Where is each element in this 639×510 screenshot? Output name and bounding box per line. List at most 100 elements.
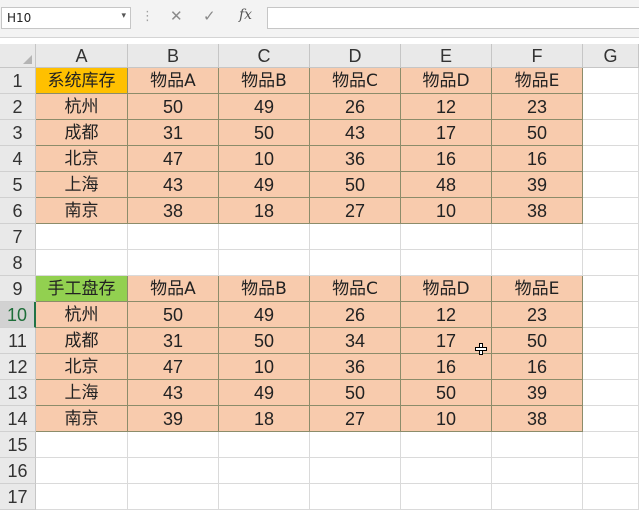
table2-value-cell[interactable]: 23 xyxy=(492,302,583,328)
cell[interactable] xyxy=(583,198,639,224)
cell[interactable] xyxy=(310,484,401,510)
table2-item-header[interactable]: 物品E xyxy=(492,276,583,302)
table2-city-cell[interactable]: 成都 xyxy=(36,328,128,354)
table2-value-cell[interactable]: 10 xyxy=(401,406,492,432)
table1-city-cell[interactable]: 成都 xyxy=(36,120,128,146)
table1-item-header[interactable]: 物品B xyxy=(219,68,310,94)
row-header-15[interactable]: 15 xyxy=(0,432,36,458)
cell[interactable] xyxy=(492,458,583,484)
table1-city-cell[interactable]: 杭州 xyxy=(36,94,128,120)
cell[interactable] xyxy=(492,224,583,250)
enter-icon[interactable]: ✓ xyxy=(203,7,216,25)
row-header-3[interactable]: 3 xyxy=(0,120,36,146)
cell[interactable] xyxy=(583,328,639,354)
table1-value-cell[interactable]: 50 xyxy=(128,94,219,120)
cell[interactable] xyxy=(128,458,219,484)
table1-city-cell[interactable]: 上海 xyxy=(36,172,128,198)
cell[interactable] xyxy=(583,146,639,172)
table1-value-cell[interactable]: 50 xyxy=(492,120,583,146)
table1-value-cell[interactable]: 38 xyxy=(128,198,219,224)
table2-value-cell[interactable]: 12 xyxy=(401,302,492,328)
cell[interactable] xyxy=(128,250,219,276)
cell[interactable] xyxy=(219,458,310,484)
table1-value-cell[interactable]: 27 xyxy=(310,198,401,224)
cell[interactable] xyxy=(583,354,639,380)
cell[interactable] xyxy=(36,484,128,510)
chevron-down-icon[interactable]: ▾ xyxy=(121,11,126,21)
table1-item-header[interactable]: 物品D xyxy=(401,68,492,94)
table2-value-cell[interactable]: 50 xyxy=(219,328,310,354)
cell[interactable] xyxy=(583,224,639,250)
cell[interactable] xyxy=(492,250,583,276)
column-header-c[interactable]: C xyxy=(219,44,310,68)
table2-value-cell[interactable]: 18 xyxy=(219,406,310,432)
cell[interactable] xyxy=(583,302,639,328)
table1-city-cell[interactable]: 北京 xyxy=(36,146,128,172)
cell[interactable] xyxy=(583,94,639,120)
row-header-9[interactable]: 9 xyxy=(0,276,36,302)
column-header-d[interactable]: D xyxy=(310,44,401,68)
table2-item-header[interactable]: 物品D xyxy=(401,276,492,302)
cell[interactable] xyxy=(310,458,401,484)
row-header-1[interactable]: 1 xyxy=(0,68,36,94)
table2-city-cell[interactable]: 杭州 xyxy=(36,302,128,328)
cell[interactable] xyxy=(583,432,639,458)
table2-value-cell[interactable]: 50 xyxy=(128,302,219,328)
table1-value-cell[interactable]: 50 xyxy=(219,120,310,146)
table2-value-cell[interactable]: 50 xyxy=(492,328,583,354)
table1-value-cell[interactable]: 17 xyxy=(401,120,492,146)
row-header-7[interactable]: 7 xyxy=(0,224,36,250)
row-header-16[interactable]: 16 xyxy=(0,458,36,484)
cell[interactable] xyxy=(492,484,583,510)
table2-city-cell[interactable]: 北京 xyxy=(36,354,128,380)
table1-title-cell[interactable]: 系统库存 xyxy=(36,68,128,94)
table2-city-cell[interactable]: 南京 xyxy=(36,406,128,432)
table2-value-cell[interactable]: 50 xyxy=(310,380,401,406)
table2-value-cell[interactable]: 36 xyxy=(310,354,401,380)
table1-city-cell[interactable]: 南京 xyxy=(36,198,128,224)
table2-value-cell[interactable]: 39 xyxy=(128,406,219,432)
column-header-a[interactable]: A xyxy=(36,44,128,68)
table1-value-cell[interactable]: 16 xyxy=(492,146,583,172)
cancel-icon[interactable]: ✕ xyxy=(170,7,183,25)
column-header-b[interactable]: B xyxy=(128,44,219,68)
cell[interactable] xyxy=(583,458,639,484)
table1-value-cell[interactable]: 49 xyxy=(219,94,310,120)
table1-value-cell[interactable]: 43 xyxy=(310,120,401,146)
cell[interactable] xyxy=(219,224,310,250)
cell[interactable] xyxy=(583,276,639,302)
table2-value-cell[interactable]: 47 xyxy=(128,354,219,380)
table1-value-cell[interactable]: 10 xyxy=(401,198,492,224)
table1-value-cell[interactable]: 39 xyxy=(492,172,583,198)
table1-value-cell[interactable]: 47 xyxy=(128,146,219,172)
table2-item-header[interactable]: 物品B xyxy=(219,276,310,302)
table1-item-header[interactable]: 物品C xyxy=(310,68,401,94)
column-header-e[interactable]: E xyxy=(401,44,492,68)
row-header-17[interactable]: 17 xyxy=(0,484,36,510)
cell[interactable] xyxy=(583,120,639,146)
cell[interactable] xyxy=(583,172,639,198)
cell[interactable] xyxy=(36,432,128,458)
table1-value-cell[interactable]: 16 xyxy=(401,146,492,172)
cell[interactable] xyxy=(310,432,401,458)
table1-value-cell[interactable]: 10 xyxy=(219,146,310,172)
table1-value-cell[interactable]: 18 xyxy=(219,198,310,224)
insert-function-icon[interactable]: fx xyxy=(239,7,252,23)
table1-value-cell[interactable]: 48 xyxy=(401,172,492,198)
table1-value-cell[interactable]: 31 xyxy=(128,120,219,146)
table2-value-cell[interactable]: 31 xyxy=(128,328,219,354)
row-header-2[interactable]: 2 xyxy=(0,94,36,120)
table1-value-cell[interactable]: 50 xyxy=(310,172,401,198)
cell[interactable] xyxy=(583,250,639,276)
formula-input[interactable] xyxy=(267,7,639,29)
table2-value-cell[interactable]: 43 xyxy=(128,380,219,406)
cell[interactable] xyxy=(310,224,401,250)
cell[interactable] xyxy=(219,484,310,510)
cell[interactable] xyxy=(401,484,492,510)
row-header-11[interactable]: 11 xyxy=(0,328,36,354)
table1-value-cell[interactable]: 36 xyxy=(310,146,401,172)
cell[interactable] xyxy=(401,458,492,484)
cell[interactable] xyxy=(583,68,639,94)
table2-value-cell[interactable]: 49 xyxy=(219,380,310,406)
cell[interactable] xyxy=(128,432,219,458)
